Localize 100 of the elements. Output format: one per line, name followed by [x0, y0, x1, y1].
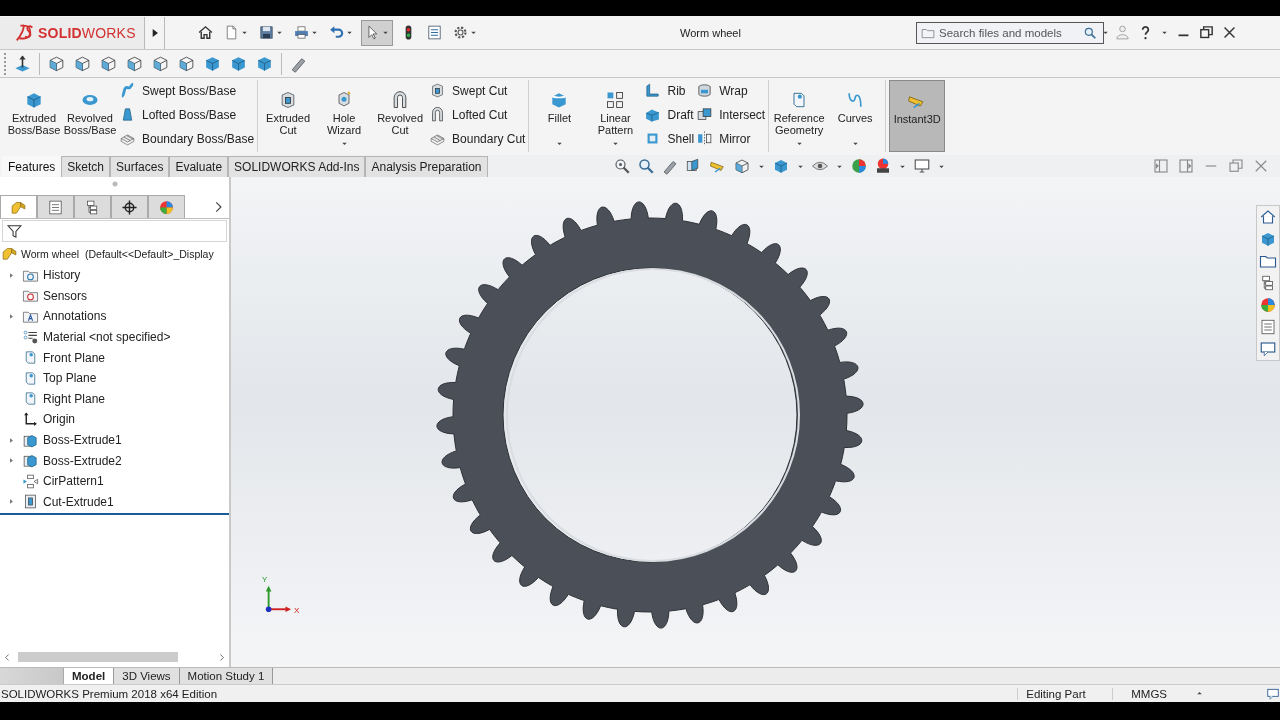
cube-icon[interactable]: [1259, 230, 1277, 248]
ribbon-button[interactable]: Lofted Cut: [429, 106, 526, 123]
tree-item[interactable]: Origin: [22, 409, 75, 429]
tree-item[interactable]: Cut-Extrude1: [22, 492, 114, 512]
model-tab[interactable]: 3D Views: [114, 668, 180, 684]
square-grid-icon: [605, 90, 626, 110]
ribbon-button[interactable]: Rib: [644, 82, 695, 99]
model-tab[interactable]: Model: [64, 668, 115, 684]
command-tab[interactable]: Sketch: [61, 156, 111, 177]
undo-icon: [328, 24, 345, 41]
cube-icon[interactable]: [177, 54, 196, 73]
axes-icon: [22, 410, 39, 428]
tree-item[interactable]: Boss-Extrude1: [22, 430, 122, 450]
axis-label: X: [294, 606, 300, 615]
tree-item[interactable]: Worm wheel (Default<<Default>_Display: [1, 244, 214, 263]
ribbon-button[interactable]: Swept Boss/Base: [119, 82, 255, 99]
tree-item[interactable]: History: [22, 265, 81, 285]
part-icon: [1, 245, 18, 262]
ribbon-button[interactable]: Wrap: [696, 82, 766, 99]
units-button[interactable]: MMGS: [1131, 687, 1204, 700]
ribbon-button[interactable]: Shell: [644, 130, 695, 147]
model-tab[interactable]: Motion Study 1: [179, 668, 274, 684]
command-tab[interactable]: SOLIDWORKS Add-Ins: [228, 156, 366, 177]
window-title: Worm wheel: [680, 26, 742, 39]
tube-icon: [119, 82, 136, 99]
ribbon-button[interactable]: Linear Pattern: [588, 80, 643, 152]
normal-to-icon[interactable]: [13, 54, 32, 73]
zoom-area-icon[interactable]: [636, 157, 655, 175]
view-orientation-icon[interactable]: [732, 157, 751, 175]
chat-icon[interactable]: [1259, 340, 1277, 358]
command-tab[interactable]: Surfaces: [110, 156, 170, 177]
list-icon[interactable]: [1259, 318, 1277, 336]
print-icon: [293, 24, 310, 41]
ribbon-button[interactable]: Instant3D: [889, 80, 946, 152]
tile-left-icon[interactable]: [1152, 157, 1170, 175]
overlap-icon: [696, 106, 714, 123]
ribbon-button[interactable]: Intersect: [696, 106, 766, 123]
save-icon: [258, 24, 275, 41]
filter-field[interactable]: [2, 220, 227, 242]
cube-icon[interactable]: [125, 54, 144, 73]
rib-icon: [644, 82, 662, 99]
cut-block-icon: [22, 493, 39, 511]
cube-icon[interactable]: [255, 54, 274, 73]
block-icon: [22, 452, 39, 470]
status-text: Editing Part: [1017, 687, 1114, 700]
cube-icon[interactable]: [151, 54, 170, 73]
tree-item[interactable]: Top Plane: [22, 368, 97, 388]
pattern-icon: [22, 472, 39, 490]
cube-icon[interactable]: [203, 54, 222, 73]
tree-item[interactable]: Sensors: [22, 286, 88, 306]
ribbon-button[interactable]: Mirror: [696, 130, 766, 147]
ribbon-button[interactable]: Draft: [644, 106, 695, 123]
tree-item[interactable]: Annotations: [22, 307, 107, 326]
status-text: SOLIDWORKS Premium 2018 x64 Edition: [1, 687, 218, 700]
home-icon[interactable]: [1259, 208, 1277, 226]
axis-label: Y: [262, 575, 268, 584]
ribbon-button[interactable]: Extruded Cut: [261, 80, 316, 152]
material-icon: [22, 328, 39, 346]
cube-icon[interactable]: [73, 54, 92, 73]
ribbon-button[interactable]: Boundary Boss/Base: [119, 130, 255, 147]
ribbon-button[interactable]: Curves: [828, 80, 883, 152]
zoom-fit-icon[interactable]: [612, 157, 631, 175]
axis-triad-icon: [263, 583, 293, 613]
property-list-icon: [47, 198, 64, 216]
ribbon-button[interactable]: Swept Cut: [429, 82, 526, 99]
panel-tab[interactable]: [111, 195, 148, 218]
search-input[interactable]: Search files and models: [939, 26, 1079, 39]
ribbon-button[interactable]: Reference Geometry: [772, 80, 827, 152]
tree-item[interactable]: Right Plane: [22, 389, 106, 409]
ribbon-button[interactable]: Boundary Cut: [429, 130, 526, 147]
command-tab[interactable]: Analysis Preparation: [365, 156, 488, 177]
cube-icon[interactable]: [47, 54, 66, 73]
monitor-icon[interactable]: [912, 157, 931, 175]
pointer-button[interactable]: [361, 19, 393, 46]
tooltip-icon[interactable]: [1266, 686, 1280, 701]
mirror-icon: [696, 130, 714, 147]
cylinder-icon: [696, 82, 714, 99]
settings-icon: [452, 24, 469, 41]
tree-item[interactable]: CirPattern1: [22, 471, 104, 491]
tree-item[interactable]: Material <not specified>: [22, 327, 171, 347]
tree-item[interactable]: Front Plane: [22, 348, 106, 368]
color-wheel-icon[interactable]: [1259, 296, 1277, 314]
ribbon-button[interactable]: Extruded Boss/Base: [7, 80, 61, 152]
color-wheel-icon: [158, 198, 175, 216]
tile-right-icon[interactable]: [1177, 157, 1195, 175]
ribbon-button[interactable]: Hole Wizard: [317, 80, 372, 152]
logo-text: SOLIDWORKS: [38, 24, 136, 41]
search-icon[interactable]: [1083, 25, 1097, 40]
cube-icon[interactable]: [229, 54, 248, 73]
ribbon-button[interactable]: Lofted Boss/Base: [119, 106, 255, 123]
ribbon-button[interactable]: Fillet: [532, 80, 587, 152]
options-list-icon: [426, 24, 443, 41]
ribbon-button[interactable]: Revolved Boss/Base: [63, 80, 117, 152]
tree-item[interactable]: Boss-Extrude2: [22, 451, 122, 471]
ribbon-button[interactable]: Revolved Cut: [373, 80, 428, 152]
restore-icon[interactable]: [1198, 24, 1215, 41]
command-tab[interactable]: Features: [2, 156, 62, 177]
cube-icon[interactable]: [99, 54, 118, 73]
home-icon: [197, 24, 214, 41]
command-tab[interactable]: Evaluate: [169, 156, 229, 177]
